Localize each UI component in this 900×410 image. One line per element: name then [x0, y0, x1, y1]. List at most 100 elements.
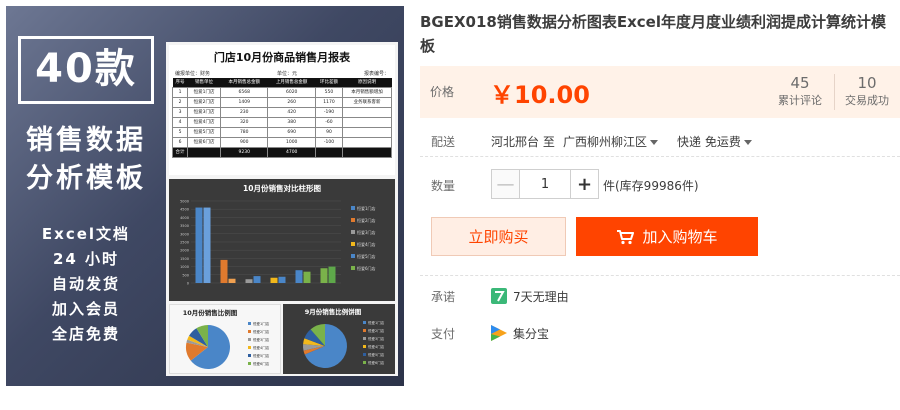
legend-label: 恒爱5门店	[357, 253, 376, 259]
decrease-button[interactable]: —	[491, 169, 520, 199]
y-tick-label: 1000	[180, 265, 189, 269]
legend-label: 恒爱3门店	[357, 229, 376, 235]
legend-label: 恒爱4门店	[368, 344, 385, 349]
bar-chart-panel: 10月份销售对比柱形图 0 500 1000 1500 2000 2500 3000 3500…	[169, 179, 395, 301]
quantity-label: 数量	[431, 179, 456, 193]
payment-label: 支付	[431, 327, 456, 341]
table-cell: 690	[267, 126, 316, 138]
add-to-cart-button[interactable]: 加入购物车	[576, 217, 758, 256]
table-cell: -190	[314, 106, 344, 118]
legend-swatch	[363, 353, 366, 356]
legend-swatch	[351, 218, 355, 222]
legend-label: 恒爱6门店	[368, 360, 385, 365]
delivery-destination-select[interactable]: 广西柳州柳江区	[563, 133, 659, 150]
report-meta-unit: 编报单位：财务	[175, 71, 211, 77]
deals-stat[interactable]: 10 交易成功	[836, 74, 898, 110]
table-cell: 恒爱5门店	[187, 126, 222, 138]
y-tick-label: 3000	[180, 232, 189, 236]
table-cell: 6	[171, 136, 189, 148]
legend-label: 恒爱1门店	[253, 321, 270, 326]
promo-title: 销售数据 分析模板	[18, 122, 154, 198]
price-box: 价格 ￥10.00 45 累计评论 10 交易成功	[420, 66, 900, 118]
legend-swatch	[248, 330, 251, 333]
table-cell: 260	[267, 96, 316, 108]
promise-text[interactable]: 7天无理由	[513, 288, 569, 305]
shipping-method-select[interactable]: 快递 免运费	[677, 133, 752, 150]
table-cell: 4700	[267, 146, 316, 158]
table-cell: 6020	[267, 86, 316, 98]
report-meta-currency: 单位：元	[276, 71, 297, 77]
promo-line: Excel文档	[41, 225, 131, 243]
report-meta-number: 报表编号：	[363, 71, 389, 77]
bar	[228, 278, 236, 283]
promo-line: 自动发货	[51, 275, 120, 293]
buy-now-button[interactable]: 立即购买	[431, 217, 566, 256]
reviews-stat[interactable]: 45 累计评论	[765, 74, 835, 110]
y-tick-label: 4500	[180, 208, 189, 212]
legend-swatch	[248, 346, 251, 349]
table-cell: -60	[314, 116, 344, 128]
bar	[270, 277, 278, 283]
table-cell	[187, 146, 222, 158]
product-main-image[interactable]: 40款 销售数据 分析模板 Excel文档 24 小时 自动发货 加入会员 全店…	[6, 6, 404, 386]
quantity-input[interactable]: 1	[520, 169, 570, 199]
legend-label: 恒爱5门店	[368, 352, 385, 357]
table-cell: 1409	[220, 96, 269, 108]
pie-title-september: 9月份销售比例饼图	[305, 307, 362, 316]
stock-text: 件(库存99986件)	[603, 179, 699, 193]
spreadsheet-preview: 门店10月份商品销售月报表 编报单位：财务 单位：元 报表编号： 序号 销售单位…	[166, 42, 398, 376]
bar	[278, 276, 286, 283]
y-tick-label: 1500	[180, 257, 189, 261]
legend-swatch	[363, 361, 366, 364]
increase-button[interactable]: +	[570, 169, 599, 199]
table-row: 6 恒爱6门店 900 1000 -100	[171, 136, 392, 148]
table-cell: 1000	[267, 136, 316, 148]
legend-swatch	[248, 338, 251, 341]
legend-label: 恒爱5门店	[253, 353, 270, 358]
legend-swatch	[351, 206, 355, 210]
pie-title-october: 10月份销售比例图	[183, 308, 238, 317]
chevron-down-icon	[743, 140, 752, 145]
report-title: 门店10月份商品销售月报表	[213, 51, 351, 64]
table-cell: 320	[220, 116, 269, 128]
table-cell: 9230	[220, 146, 269, 158]
seven-day-return-icon	[491, 288, 507, 304]
legend-swatch	[351, 242, 355, 246]
table-cell: 420	[267, 106, 316, 118]
legend-label: 恒爱2门店	[368, 328, 385, 333]
legend-swatch	[351, 266, 355, 270]
bar	[253, 276, 261, 283]
promo-lines: Excel文档 24 小时 自动发货 加入会员 全店免费	[18, 222, 154, 347]
table-cell	[342, 116, 392, 128]
promise-label: 承诺	[431, 290, 456, 304]
table-cell: 恒爱1门店	[187, 86, 222, 98]
table-cell: 业务联系客新	[342, 96, 392, 108]
legend-swatch	[248, 322, 251, 325]
delivery-from: 河北邢台 至	[491, 135, 555, 149]
promo-count: 40款	[18, 36, 154, 104]
table-cell: 230	[220, 106, 269, 118]
y-tick-label: 2000	[180, 249, 189, 253]
add-to-cart-label: 加入购物车	[642, 228, 718, 246]
chevron-down-icon	[650, 140, 659, 145]
legend-label: 恒爱3门店	[368, 336, 385, 341]
pie-chart-september: 9月份销售比例饼图 恒爱1门店恒爱2门店恒爱3门店恒爱4门店恒爱5门店恒爱6门店	[303, 307, 385, 368]
delivery-label: 配送	[431, 135, 456, 149]
table-cell: 1170	[314, 96, 344, 108]
payment-text[interactable]: 集分宝	[513, 325, 549, 342]
legend-label: 恒爱1门店	[368, 320, 385, 325]
bar	[295, 270, 303, 283]
table-header: 上月销售总金额	[267, 78, 316, 87]
table-cell	[342, 126, 392, 138]
legend-label: 恒爱4门店	[357, 241, 376, 247]
pie-chart-panel-september: 9月份销售比例饼图 恒爱1门店恒爱2门店恒爱3门店恒爱4门店恒爱5门店恒爱6门店	[283, 304, 395, 374]
shipping-method: 快递 免运费	[677, 135, 741, 149]
table-cell: -100	[314, 136, 344, 148]
bar-chart-title: 10月份销售对比柱形图	[243, 183, 321, 193]
table-cell: 1	[171, 86, 189, 98]
price-value: ￥10.00	[490, 81, 590, 109]
legend-label: 恒爱2门店	[357, 217, 376, 223]
y-tick-label: 0	[187, 282, 189, 286]
legend-swatch	[363, 345, 366, 348]
jifenbao-icon	[491, 325, 507, 341]
